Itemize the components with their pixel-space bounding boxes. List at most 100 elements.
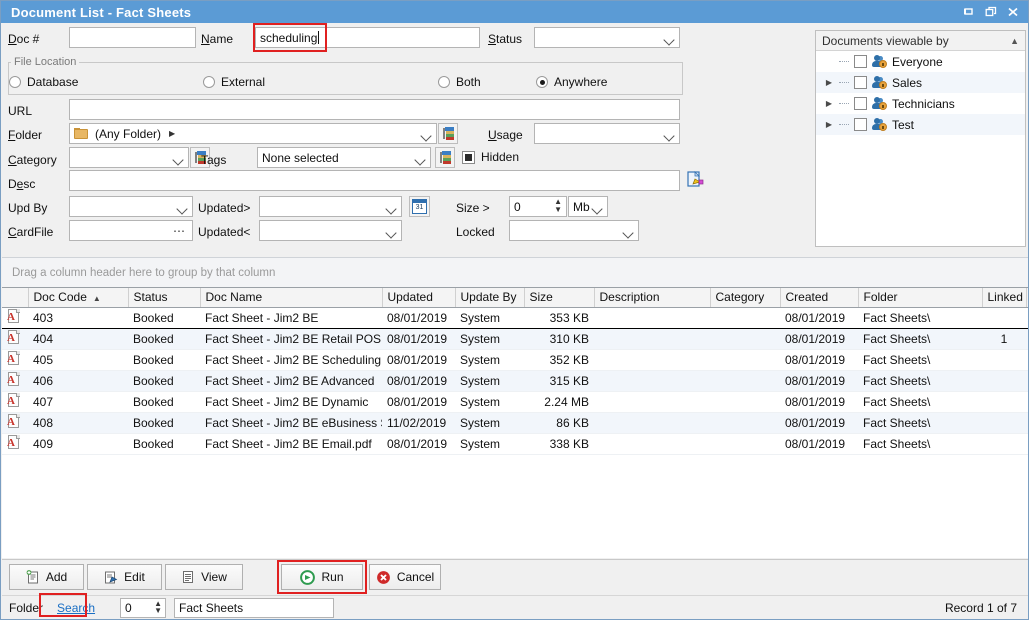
- status-dropdown[interactable]: [534, 27, 680, 48]
- cell-status: Booked: [128, 307, 200, 328]
- cell-category: [710, 370, 780, 391]
- cell-doc-name: Fact Sheet - Jim2 BE eBusiness Suite: [200, 412, 382, 433]
- size-input[interactable]: 0 ▲▼: [509, 196, 567, 217]
- add-button[interactable]: Add: [9, 564, 84, 590]
- column-header-doc-name[interactable]: Doc Name: [200, 288, 382, 307]
- radio-anywhere-label: Anywhere: [554, 75, 607, 89]
- radio-database-label: Database: [27, 75, 78, 89]
- table-row[interactable]: A404BookedFact Sheet - Jim2 BE Retail PO…: [2, 328, 1029, 349]
- tree-checkbox[interactable]: [854, 97, 867, 110]
- size-value: 0: [514, 200, 521, 214]
- cell-update-by: System: [455, 433, 524, 454]
- category-dropdown[interactable]: [69, 147, 189, 168]
- desc-label: Desc: [8, 177, 35, 191]
- tree-checkbox[interactable]: [854, 118, 867, 131]
- updated-after-calendar-button[interactable]: 31: [409, 196, 430, 217]
- close-icon[interactable]: [1002, 2, 1024, 22]
- updated-before-dropdown[interactable]: [259, 220, 402, 241]
- desc-input[interactable]: [69, 170, 680, 191]
- name-label: Name: [201, 32, 233, 46]
- tree-expander-icon[interactable]: ▶: [824, 99, 834, 108]
- radio-anywhere[interactable]: Anywhere: [536, 75, 607, 89]
- tab-search[interactable]: Search: [50, 599, 102, 617]
- tree-expander-icon[interactable]: ▶: [824, 78, 834, 87]
- column-header-status[interactable]: Status: [128, 288, 200, 307]
- tree-item-test[interactable]: ▶ Test: [816, 114, 1025, 135]
- view-button[interactable]: View: [165, 564, 243, 590]
- column-header-update-by[interactable]: Update By: [455, 288, 524, 307]
- status-bar: Folder Search 0 ▲▼ Fact Sheets Record 1 …: [2, 595, 1029, 620]
- radio-anywhere-control[interactable]: [536, 76, 548, 88]
- column-header-linked[interactable]: Linked: [982, 288, 1026, 307]
- doc-number-input[interactable]: [69, 27, 196, 48]
- cell-linked: [982, 370, 1026, 391]
- column-header-created[interactable]: Created: [780, 288, 858, 307]
- group-by-hint: Drag a column header here to group by th…: [12, 267, 275, 279]
- window-controls: [958, 2, 1029, 22]
- restore-icon[interactable]: [980, 2, 1002, 22]
- tree-item-everyone[interactable]: Everyone: [816, 51, 1025, 72]
- folder-dropdown[interactable]: (Any Folder) ▶: [69, 123, 437, 144]
- table-row[interactable]: A405BookedFact Sheet - Jim2 BE Schedulin…: [2, 349, 1029, 370]
- column-header-description[interactable]: Description: [594, 288, 710, 307]
- url-input[interactable]: [69, 99, 680, 120]
- stepper-arrows[interactable]: ▲▼: [154, 600, 162, 614]
- folder-tree-picker-button[interactable]: [438, 123, 458, 144]
- collapse-caret-icon[interactable]: ▲: [1010, 36, 1019, 46]
- table-row[interactable]: A409BookedFact Sheet - Jim2 BE Email.pdf…: [2, 433, 1029, 454]
- tree-expander-icon[interactable]: ▶: [824, 120, 834, 129]
- size-spinner[interactable]: ▲▼: [554, 198, 562, 214]
- folder-expand-arrow: ▶: [169, 129, 175, 138]
- usage-dropdown[interactable]: [534, 123, 680, 144]
- tree-item-sales[interactable]: ▶ Sales: [816, 72, 1025, 93]
- table-row[interactable]: A408BookedFact Sheet - Jim2 BE eBusiness…: [2, 412, 1029, 433]
- radio-both-control[interactable]: [438, 76, 450, 88]
- table-row[interactable]: A403BookedFact Sheet - Jim2 BE08/01/2019…: [2, 307, 1029, 328]
- tree-item-technicians[interactable]: ▶ Technicians: [816, 93, 1025, 114]
- hidden-checkbox-row[interactable]: Hidden: [462, 150, 519, 164]
- tab-folder[interactable]: Folder: [2, 599, 50, 617]
- cardfile-input[interactable]: ⋯: [69, 220, 193, 241]
- table-row[interactable]: A406BookedFact Sheet - Jim2 BE Advanced0…: [2, 370, 1029, 391]
- radio-external[interactable]: External: [203, 75, 265, 89]
- column-header-size[interactable]: Size: [524, 288, 594, 307]
- column-header-updated[interactable]: Updated: [382, 288, 455, 307]
- locked-dropdown[interactable]: [509, 220, 639, 241]
- cell-doc-name: Fact Sheet - Jim2 BE Retail POS.pdf: [200, 328, 382, 349]
- cell-size: 310 KB: [524, 328, 594, 349]
- cell-created: 08/01/2019: [780, 433, 858, 454]
- group-by-dropzone[interactable]: Drag a column header here to group by th…: [2, 257, 1029, 288]
- radio-both[interactable]: Both: [438, 75, 481, 89]
- cardfile-browse-icon[interactable]: ⋯: [173, 224, 186, 238]
- column-header-folder[interactable]: Folder: [858, 288, 982, 307]
- column-header-category[interactable]: Category: [710, 288, 780, 307]
- run-button[interactable]: Run: [281, 564, 363, 590]
- desc-edit-button[interactable]: [687, 171, 704, 191]
- radio-external-control[interactable]: [203, 76, 215, 88]
- cell-updated: 08/01/2019: [382, 328, 455, 349]
- tags-dropdown[interactable]: None selected: [257, 147, 431, 168]
- pdf-file-icon: A: [7, 435, 21, 450]
- size-unit-dropdown[interactable]: Mb: [568, 196, 608, 217]
- cell-description: [594, 349, 710, 370]
- sort-ascending-icon: ▲: [93, 294, 101, 303]
- radio-database-control[interactable]: [9, 76, 21, 88]
- add-document-icon: [26, 570, 40, 584]
- upd-by-dropdown[interactable]: [69, 196, 193, 217]
- cell-created: 08/01/2019: [780, 307, 858, 328]
- hidden-checkbox[interactable]: [462, 151, 475, 164]
- folder-path-input[interactable]: Fact Sheets: [174, 598, 334, 618]
- radio-database[interactable]: Database: [9, 75, 78, 89]
- tree-checkbox[interactable]: [854, 55, 867, 68]
- record-counter-stepper[interactable]: 0 ▲▼: [120, 598, 166, 618]
- tree-checkbox[interactable]: [854, 76, 867, 89]
- minimize-icon[interactable]: [958, 2, 980, 22]
- updated-after-dropdown[interactable]: [259, 196, 402, 217]
- column-header-doc-code[interactable]: Doc Code▲: [28, 288, 128, 307]
- tags-tree-picker-button[interactable]: [435, 147, 455, 168]
- name-input[interactable]: scheduling: [255, 27, 480, 48]
- cancel-button[interactable]: Cancel: [369, 564, 441, 590]
- edit-button[interactable]: Edit: [87, 564, 162, 590]
- table-row[interactable]: A407BookedFact Sheet - Jim2 BE Dynamic08…: [2, 391, 1029, 412]
- folder-value: (Any Folder): [95, 127, 161, 141]
